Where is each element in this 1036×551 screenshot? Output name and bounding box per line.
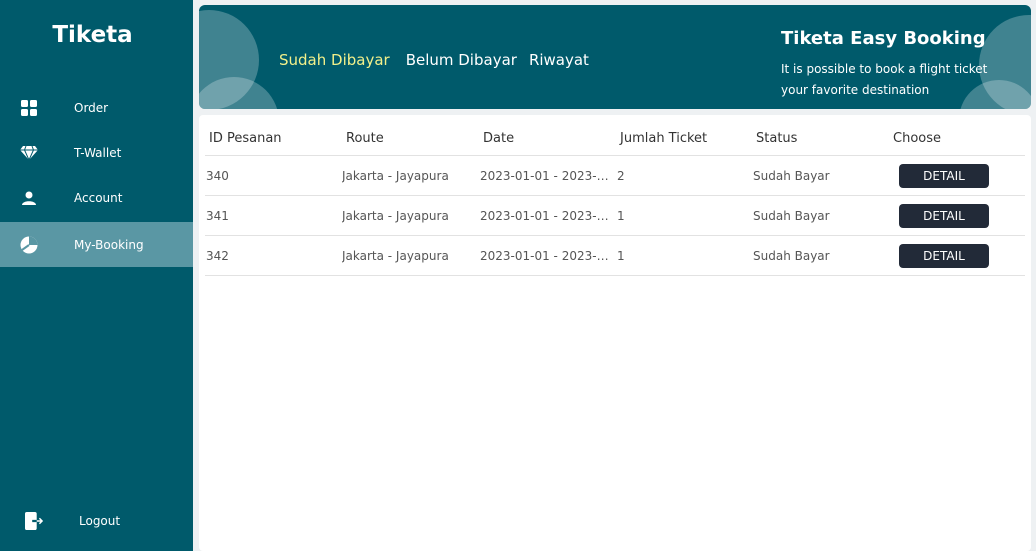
column-header: Status	[756, 131, 798, 146]
user-icon	[20, 189, 38, 207]
sidebar-item-my-booking[interactable]: My-Booking	[0, 222, 193, 267]
table-header: ID Pesanan Route Date Jumlah Ticket Stat…	[205, 115, 1025, 156]
cell-tickets: 1	[617, 209, 625, 223]
diamond-icon	[20, 144, 38, 162]
cell-route: Jakarta - Jayapura	[342, 209, 449, 223]
table-row: 341 Jakarta - Jayapura 2023-01-01 - 2023…	[205, 196, 1025, 236]
banner-subtitle: It is possible to book a flight ticket y…	[781, 62, 988, 97]
cell-date: 2023-01-01 - 2023-01-...	[480, 209, 615, 223]
sidebar: Tiketa Order T-Wallet Account My-Booking…	[0, 0, 193, 551]
detail-button[interactable]: DETAIL	[899, 244, 989, 268]
cell-status: Sudah Bayar	[753, 169, 830, 183]
column-header: ID Pesanan	[209, 131, 282, 146]
grid-icon	[20, 99, 38, 117]
detail-button[interactable]: DETAIL	[899, 204, 989, 228]
tab-sudah-dibayar[interactable]: Sudah Dibayar	[279, 51, 390, 69]
column-header: Route	[346, 131, 384, 146]
column-header: Jumlah Ticket	[620, 131, 708, 146]
sidebar-item-account[interactable]: Account	[0, 175, 193, 220]
column-header: Date	[483, 131, 515, 146]
cell-route: Jakarta - Jayapura	[342, 169, 449, 183]
detail-button[interactable]: DETAIL	[899, 164, 989, 188]
decorative-circle	[199, 77, 279, 109]
sidebar-item-label: T-Wallet	[74, 145, 122, 160]
column-header: Choose	[893, 131, 941, 146]
sidebar-item-label: My-Booking	[74, 237, 144, 252]
bookings-table: ID Pesanan Route Date Jumlah Ticket Stat…	[199, 115, 1031, 551]
tab-belum-dibayar[interactable]: Belum Dibayar	[406, 51, 517, 69]
cell-tickets: 1	[617, 249, 625, 263]
brand-logo: Tiketa	[52, 22, 133, 48]
cell-status: Sudah Bayar	[753, 249, 830, 263]
cell-id: 342	[206, 249, 229, 263]
sidebar-item-label: Order	[74, 100, 109, 115]
logout-icon	[25, 511, 43, 530]
booking-tabs: Sudah Dibayar Belum Dibayar Riwayat	[279, 51, 589, 69]
sidebar-item-order[interactable]: Order	[0, 85, 193, 130]
logout-label: Logout	[79, 513, 121, 528]
table-row: 340 Jakarta - Jayapura 2023-01-01 - 2023…	[205, 156, 1025, 196]
cell-tickets: 2	[617, 169, 625, 183]
cell-date: 2023-01-01 - 2023-01-...	[480, 249, 615, 263]
cell-id: 341	[206, 209, 229, 223]
table-row: 342 Jakarta - Jayapura 2023-01-01 - 2023…	[205, 236, 1025, 276]
sidebar-item-label: Account	[74, 190, 123, 205]
pie-icon	[20, 236, 38, 254]
cell-id: 340	[206, 169, 229, 183]
cell-route: Jakarta - Jayapura	[342, 249, 449, 263]
cell-status: Sudah Bayar	[753, 209, 830, 223]
logout-button[interactable]: Logout	[0, 498, 193, 543]
tab-riwayat[interactable]: Riwayat	[529, 51, 589, 69]
sidebar-item-t-wallet[interactable]: T-Wallet	[0, 130, 193, 175]
cell-date: 2023-01-01 - 2023-01-...	[480, 169, 615, 183]
banner-title: Tiketa Easy Booking	[781, 28, 986, 49]
header-banner: Sudah Dibayar Belum Dibayar Riwayat Tike…	[199, 5, 1031, 109]
